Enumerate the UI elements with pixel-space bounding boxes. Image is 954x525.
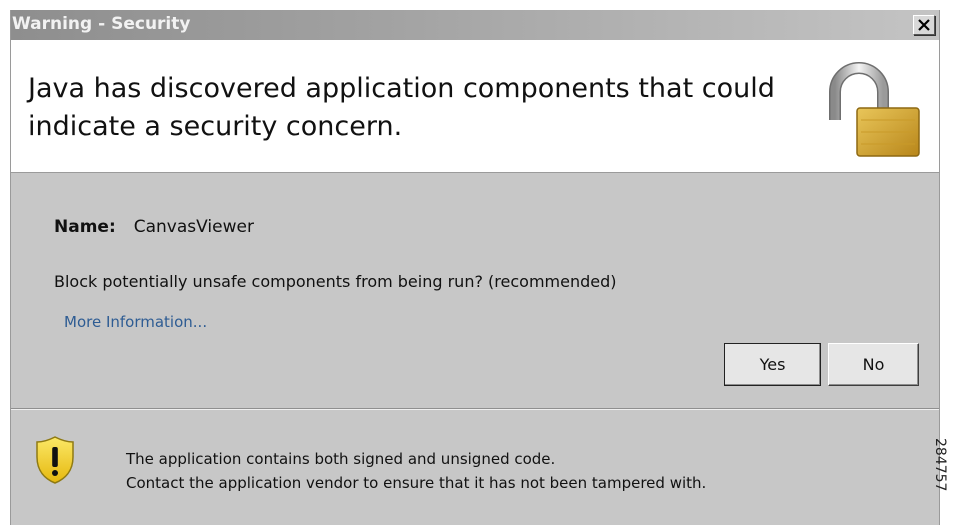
- header-message: Java has discovered application componen…: [28, 73, 775, 142]
- window-title: Warning - Security: [12, 14, 191, 34]
- application-name-row: Name: CanvasViewer: [54, 217, 254, 237]
- yes-button[interactable]: Yes: [724, 343, 821, 386]
- figure-id-label: 284757: [932, 438, 948, 492]
- no-button[interactable]: No: [828, 343, 919, 386]
- more-information-link[interactable]: More Information...: [64, 313, 207, 331]
- footer-line-2: Contact the application vendor to ensure…: [126, 474, 707, 492]
- title-bar[interactable]: Warning - Security: [11, 10, 939, 40]
- name-value: CanvasViewer: [133, 217, 254, 237]
- padlock-open-icon: [829, 62, 920, 157]
- header-panel: Java has discovered application componen…: [11, 40, 939, 173]
- name-label: Name:: [54, 217, 116, 237]
- security-warning-dialog: Warning - Security Java has discovered a…: [10, 10, 940, 525]
- close-icon: [918, 19, 930, 31]
- footer-message: The application contains both signed and…: [126, 447, 706, 495]
- warning-shield-icon: [36, 436, 74, 484]
- footer-divider: [11, 408, 939, 410]
- close-button[interactable]: [913, 15, 935, 35]
- footer-line-1: The application contains both signed and…: [126, 450, 556, 468]
- block-question: Block potentially unsafe components from…: [54, 272, 617, 291]
